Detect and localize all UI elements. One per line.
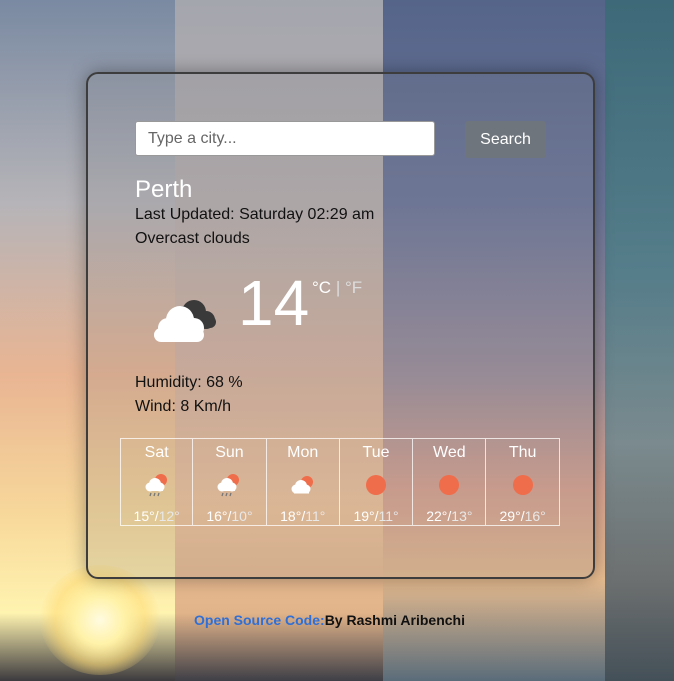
humidity: Humidity: 68 % [135, 374, 243, 391]
forecast-day-name: Sat [144, 444, 169, 461]
forecast-day: Thu 29°/16° [486, 438, 560, 526]
forecast-day-name: Mon [287, 444, 319, 461]
cloud-rain-icon [216, 472, 242, 498]
forecast-temps: 29°/16° [499, 508, 546, 524]
forecast-temps: 22°/13° [426, 508, 473, 524]
sun-cloud-icon [290, 472, 316, 498]
author-credit: By Rashmi Aribenchi [324, 612, 465, 628]
search-button[interactable]: Search [465, 121, 546, 158]
forecast-day: Sun 16°/10° [193, 438, 267, 526]
forecast-min: 11° [378, 508, 399, 524]
forecast-min: 12° [158, 508, 180, 524]
weather-description: Overcast clouds [135, 230, 250, 247]
sunset-glow [40, 565, 160, 675]
forecast-max: 22° [426, 508, 448, 524]
forecast-day: Sat 15°/12° [120, 438, 194, 526]
footer: Open Source Code:By Rashmi Aribenchi [194, 612, 465, 628]
celsius-link[interactable]: °C [312, 278, 331, 297]
sun-icon [363, 472, 389, 498]
forecast-day-name: Tue [362, 444, 390, 461]
source-code-link[interactable]: Open Source Code: [194, 612, 325, 628]
fahrenheit-link[interactable]: °F [345, 278, 362, 297]
forecast-max: 18° [280, 508, 302, 524]
weather-card: Search Perth Last Updated: Saturday 02:2… [86, 72, 595, 579]
forecast-temps: 19°/11° [353, 508, 399, 524]
background-panel [605, 0, 674, 681]
forecast-day: Tue 19°/11° [339, 438, 414, 526]
forecast-row: Sat 15°/12° Sun 16°/10° Mon 18°/11° Tue [120, 438, 560, 528]
forecast-day-name: Wed [433, 444, 466, 461]
unit-toggle: °C | °F [312, 278, 362, 298]
city-search-input[interactable] [135, 121, 435, 156]
forecast-temps: 18°/11° [280, 508, 326, 524]
current-temperature: 14 [238, 267, 310, 339]
forecast-max: 16° [206, 508, 228, 524]
forecast-day: Wed 22°/13° [413, 438, 487, 526]
unit-separator: | [335, 278, 341, 297]
forecast-max: 19° [353, 508, 375, 524]
forecast-temps: 15°/12° [133, 508, 180, 524]
wind-speed: Wind: 8 Km/h [135, 398, 232, 415]
forecast-day-name: Thu [508, 444, 537, 461]
last-updated: Last Updated: Saturday 02:29 am [135, 206, 375, 223]
forecast-max: 29° [499, 508, 521, 524]
forecast-min: 11° [305, 508, 326, 524]
forecast-min: 16° [524, 508, 546, 524]
forecast-day: Mon 18°/11° [266, 438, 340, 526]
forecast-temps: 16°/10° [206, 508, 253, 524]
forecast-min: 10° [231, 508, 253, 524]
city-name: Perth [135, 176, 193, 203]
forecast-max: 15° [133, 508, 155, 524]
sun-icon [436, 472, 462, 498]
cloud-icon [146, 292, 226, 353]
cloud-rain-icon [144, 472, 170, 498]
sun-icon [510, 472, 536, 498]
forecast-day-name: Sun [215, 444, 244, 461]
forecast-min: 13° [451, 508, 473, 524]
